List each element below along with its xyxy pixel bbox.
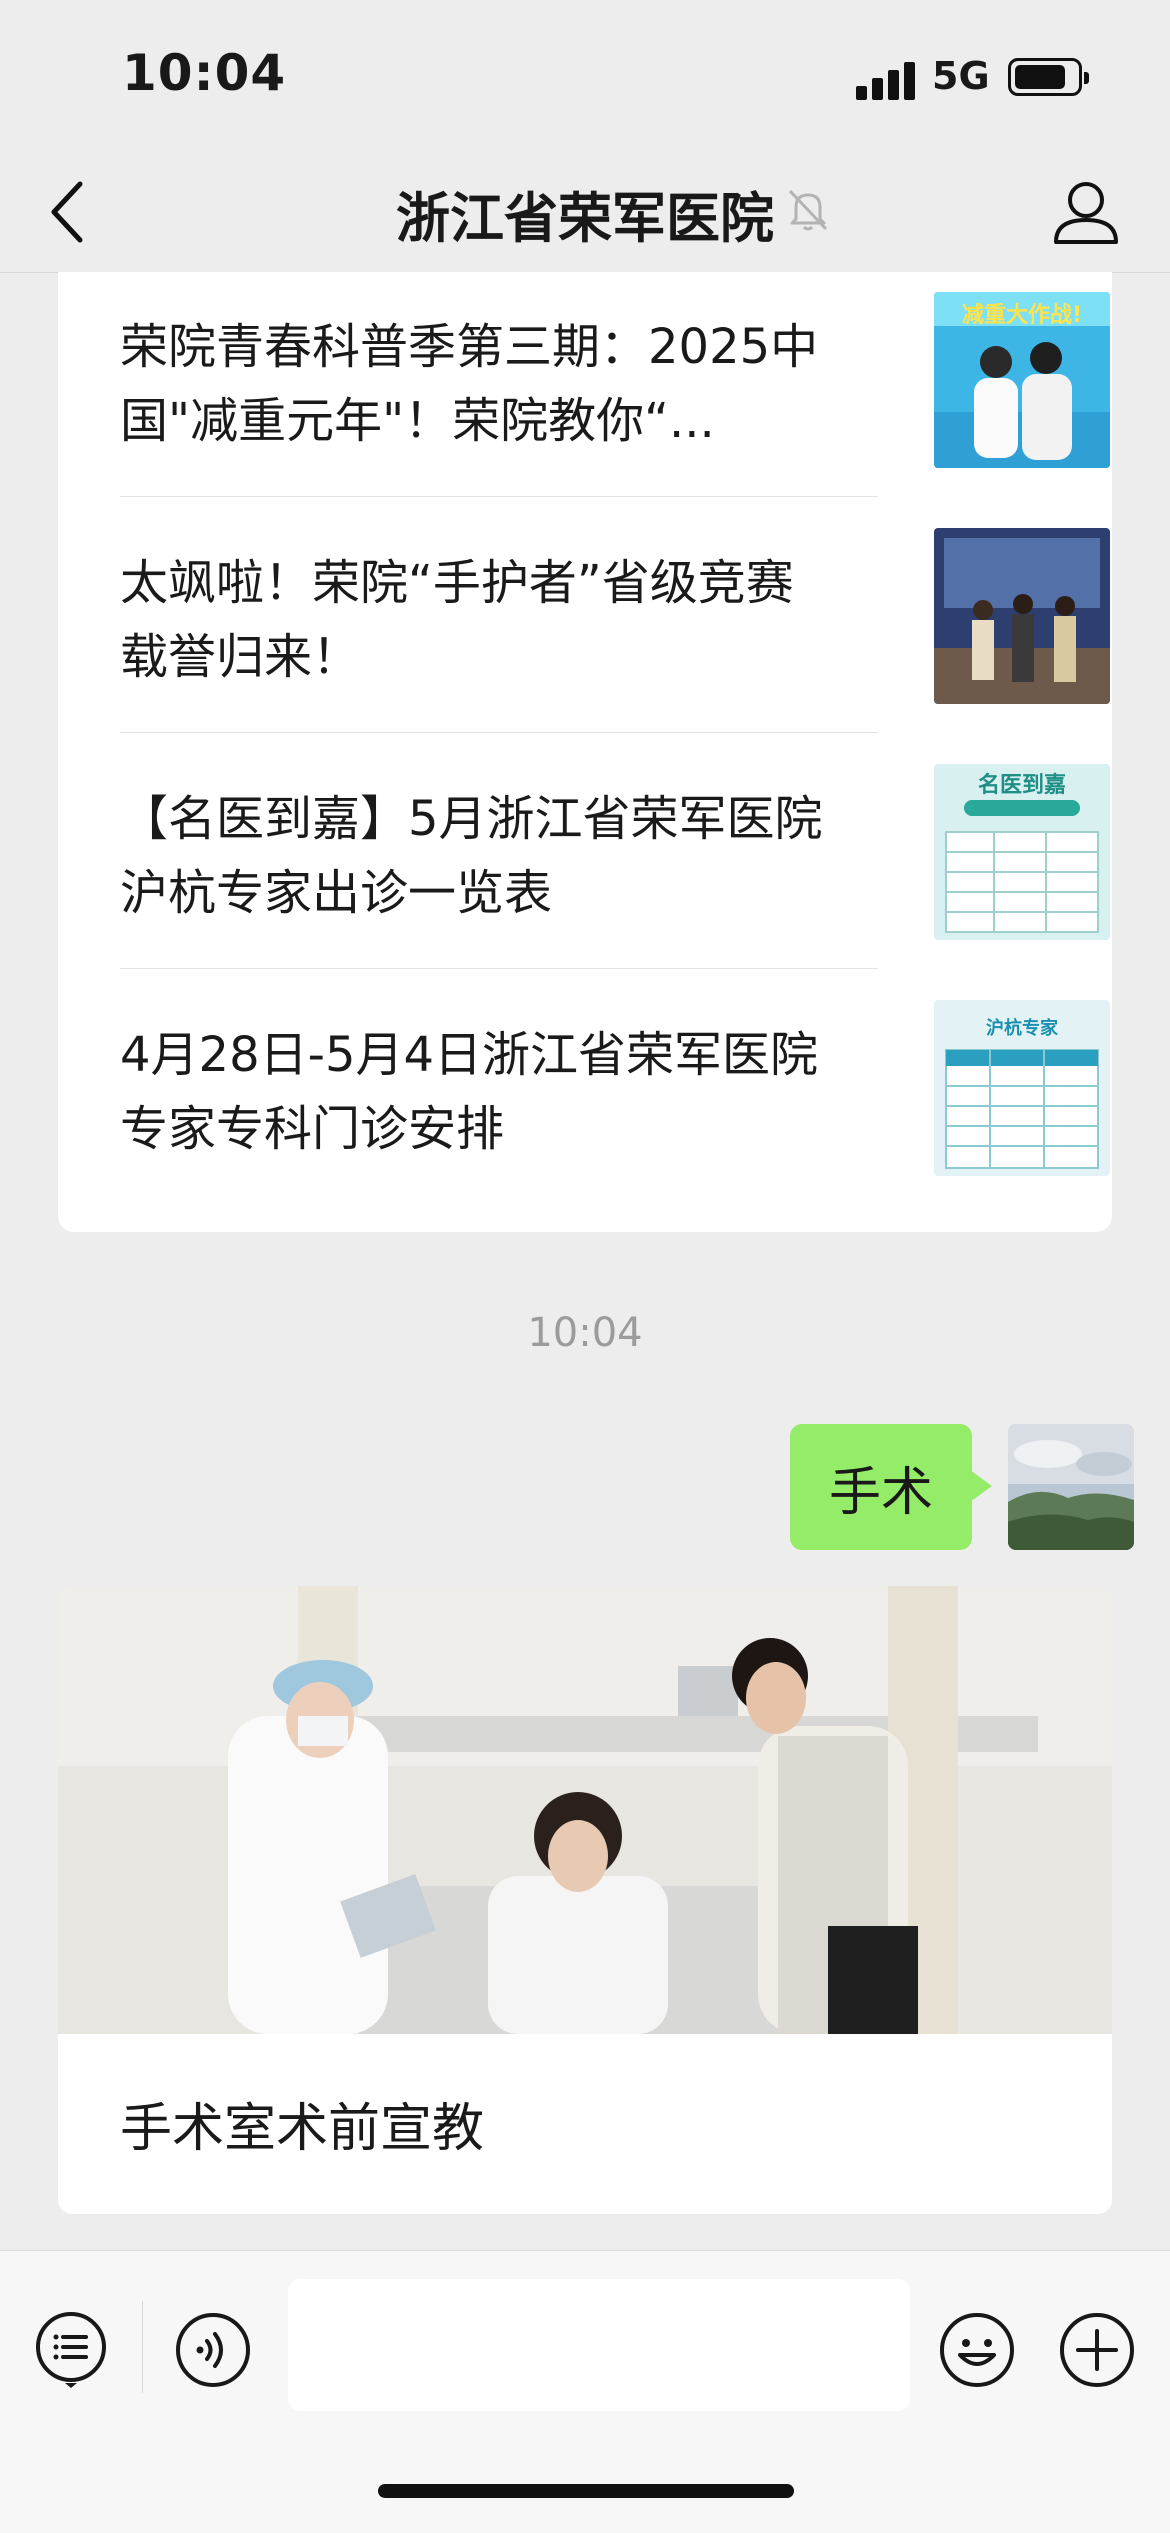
reply-article-title: 手术室术前宣教 (120, 2099, 485, 2159)
nav-bar: 浙江省荣军医院 (0, 150, 1170, 273)
divider (120, 732, 878, 733)
menu-list-icon[interactable] (32, 2311, 110, 2389)
toolbar-divider (142, 2301, 143, 2393)
avatar[interactable] (1008, 1424, 1134, 1550)
reply-article-card[interactable]: 手术室术前宣教 (58, 1586, 1112, 2214)
article-thumbnail: 名医到嘉 (934, 764, 1110, 940)
status-bar: 10:04 5G (0, 0, 1170, 150)
message-input[interactable] (288, 2279, 910, 2411)
network-type: 5G (932, 54, 990, 98)
chat-title-text: 浙江省荣军医院 (396, 187, 774, 250)
user-message-text: 手术 (828, 1462, 933, 1523)
article-title: 4月28日-5月4日浙江省荣军医院专家专科门诊安排 (120, 1027, 819, 1157)
mute-bell-icon (788, 189, 828, 231)
battery-icon (1008, 58, 1089, 96)
message-timestamp: 10:04 (527, 1310, 643, 1356)
divider (120, 496, 878, 497)
article-thumbnail (934, 528, 1110, 704)
article-title: 太飒啦！荣院“手护者”省级竞赛载誉归来！ (120, 555, 794, 685)
person-icon (1054, 182, 1118, 244)
article-title: 荣院青春科普季第三期：2025中国"减重元年"！荣院教你“... (120, 319, 819, 449)
article-item[interactable]: 【名医到嘉】5月浙江省荣军医院沪杭专家出诊一览表 名医到嘉 (120, 744, 1110, 980)
emoji-icon[interactable] (938, 2311, 1016, 2389)
article-thumbnail: 沪杭专家 (934, 1000, 1110, 1176)
article-list-card: 荣院青春科普季第三期：2025中国"减重元年"！荣院教你“... 减重大作战! … (58, 272, 1112, 1232)
thumb-caption: 名医到嘉 (978, 772, 1066, 798)
plus-icon[interactable] (1058, 2311, 1136, 2389)
chat-title: 浙江省荣军医院 (0, 174, 1170, 253)
thumb-caption: 沪杭专家 (986, 1017, 1059, 1039)
article-title: 【名医到嘉】5月浙江省荣军医院沪杭专家出诊一览表 (120, 791, 823, 921)
article-thumbnail: 减重大作战! (934, 292, 1110, 468)
article-item[interactable]: 太飒啦！荣院“手护者”省级竞赛载誉归来！ (120, 508, 1110, 744)
profile-button[interactable] (1046, 170, 1126, 250)
status-time: 10:04 (122, 44, 287, 102)
thumb-caption: 减重大作战! (962, 302, 1082, 328)
article-item[interactable]: 荣院青春科普季第三期：2025中国"减重元年"！荣院教你“... 减重大作战! (120, 272, 1110, 508)
reply-article-image (58, 1586, 1112, 2034)
home-indicator[interactable] (378, 2484, 794, 2498)
user-message-bubble[interactable]: 手术 (790, 1424, 992, 1550)
divider (120, 968, 878, 969)
signal-icon (856, 60, 916, 100)
article-item[interactable]: 4月28日-5月4日浙江省荣军医院专家专科门诊安排 沪杭专家 (120, 980, 1110, 1216)
voice-icon[interactable] (174, 2311, 252, 2389)
